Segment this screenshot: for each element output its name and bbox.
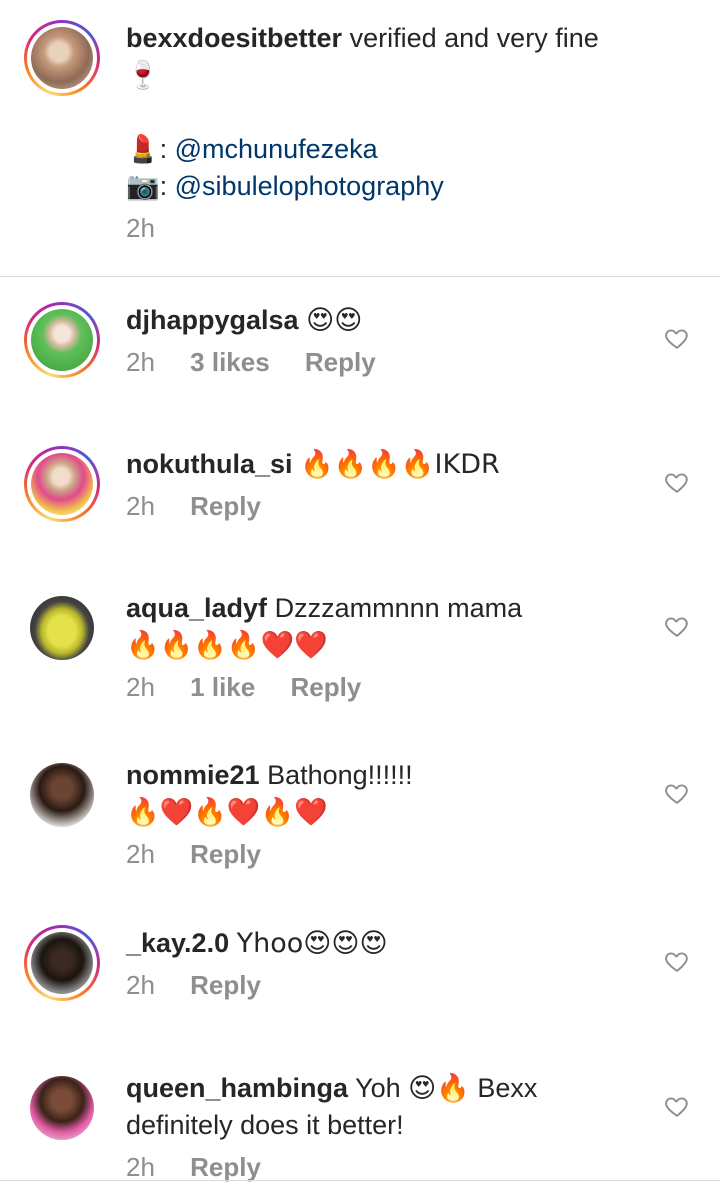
comment-text: Dzzzammnnn mama bbox=[274, 593, 523, 623]
mention-mchunufezeka[interactable]: @mchunufezeka bbox=[175, 134, 378, 164]
reply-button[interactable]: Reply bbox=[190, 1152, 261, 1182]
comment-username[interactable]: _kay.2.0 bbox=[126, 928, 229, 958]
comment-content: aqua_ladyf Dzzzammnnn mama 🔥🔥🔥🔥❤️❤️ 2h 1… bbox=[126, 590, 630, 704]
caption-username[interactable]: bexxdoesitbetter bbox=[126, 23, 342, 53]
comment-text: 🔥🔥🔥🔥IKDR bbox=[300, 449, 500, 480]
caption-time: 2h bbox=[126, 213, 155, 243]
mention-sibulelophotography[interactable]: @sibulelophotography bbox=[175, 171, 444, 201]
comment-text: Bathong!!!!!! bbox=[267, 760, 413, 790]
comment-username[interactable]: aqua_ladyf bbox=[126, 593, 267, 623]
reply-button[interactable]: Reply bbox=[190, 970, 261, 1000]
comment-username[interactable]: nokuthula_si bbox=[126, 449, 293, 479]
avatar[interactable] bbox=[24, 1070, 100, 1146]
heart-outline-icon[interactable] bbox=[664, 613, 690, 639]
comment-text: 😍😍 bbox=[306, 305, 363, 336]
heart-outline-icon[interactable] bbox=[664, 780, 690, 806]
comment-time: 2h bbox=[126, 672, 155, 702]
comment-content: djhappygalsa 😍😍 2h 3 likes Reply bbox=[126, 302, 630, 379]
avatar[interactable] bbox=[24, 925, 100, 1001]
caption-text: verified and very fine bbox=[349, 23, 599, 53]
comment-text-emoji: 🔥🔥🔥🔥❤️❤️ bbox=[126, 630, 328, 661]
comment-username[interactable]: djhappygalsa bbox=[126, 305, 299, 335]
comment-username[interactable]: nommie21 bbox=[126, 760, 260, 790]
comment-time: 2h bbox=[126, 491, 155, 521]
avatar[interactable] bbox=[24, 302, 100, 378]
lipstick-emoji: 💄 bbox=[126, 134, 160, 165]
bottom-divider bbox=[0, 1180, 720, 1181]
comment-time: 2h bbox=[126, 839, 155, 869]
comment-username[interactable]: queen_hambinga bbox=[126, 1073, 348, 1103]
reply-button[interactable]: Reply bbox=[190, 839, 261, 869]
comment-time: 2h bbox=[126, 1152, 155, 1182]
comment-time: 2h bbox=[126, 347, 155, 377]
comment-text: Yhoo😍😍😍 bbox=[236, 928, 388, 959]
caption-body: bexxdoesitbetter verified and very fine … bbox=[126, 20, 630, 245]
reply-button[interactable]: Reply bbox=[290, 672, 361, 702]
divider bbox=[0, 276, 720, 277]
likes-count[interactable]: 3 likes bbox=[190, 347, 270, 377]
likes-count[interactable]: 1 like bbox=[190, 672, 255, 702]
comment-content: nommie21 Bathong!!!!!! 🔥❤️🔥❤️🔥❤️ 2h Repl… bbox=[126, 757, 630, 871]
reply-button[interactable]: Reply bbox=[190, 491, 261, 521]
comment-content: queen_hambinga Yoh 😍🔥 Bexx definitely do… bbox=[126, 1070, 630, 1184]
avatar[interactable] bbox=[24, 757, 100, 833]
heart-outline-icon[interactable] bbox=[664, 1093, 690, 1119]
comment-content: _kay.2.0 Yhoo😍😍😍 2h Reply bbox=[126, 925, 630, 1002]
wine-emoji: 🍷 bbox=[126, 60, 160, 91]
avatar[interactable] bbox=[24, 590, 100, 666]
comment-text-emoji: 🔥❤️🔥❤️🔥❤️ bbox=[126, 797, 328, 828]
reply-button[interactable]: Reply bbox=[305, 347, 376, 377]
heart-outline-icon[interactable] bbox=[664, 469, 690, 495]
avatar[interactable] bbox=[24, 446, 100, 522]
caption-avatar[interactable] bbox=[24, 20, 100, 96]
comment-time: 2h bbox=[126, 970, 155, 1000]
heart-outline-icon[interactable] bbox=[664, 948, 690, 974]
heart-outline-icon[interactable] bbox=[664, 325, 690, 351]
comment-content: nokuthula_si 🔥🔥🔥🔥IKDR 2h Reply bbox=[126, 446, 630, 523]
camera-emoji: 📷 bbox=[126, 171, 160, 202]
